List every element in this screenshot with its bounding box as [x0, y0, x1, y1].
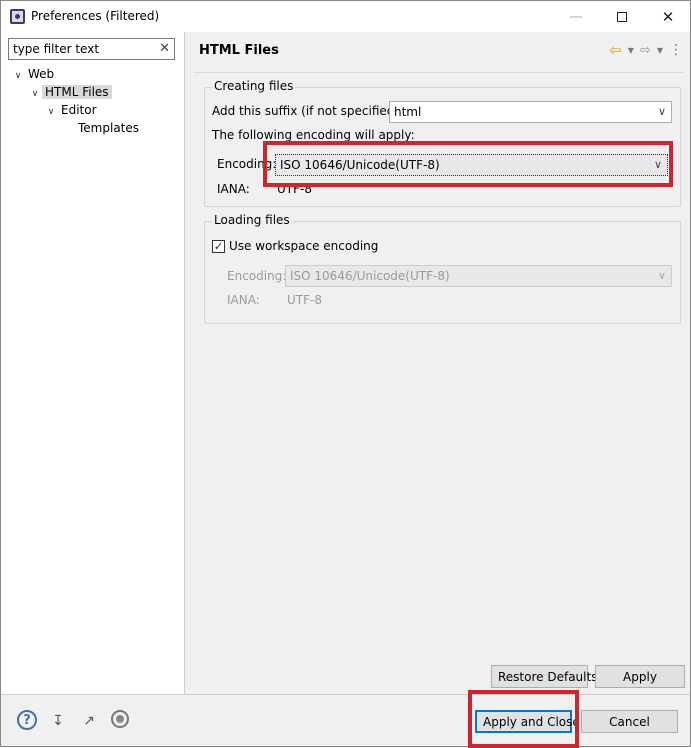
- app-icon: [10, 9, 25, 24]
- help-icon[interactable]: ?: [17, 710, 37, 730]
- page-title: HTML Files: [199, 43, 279, 58]
- filter-input[interactable]: [9, 39, 149, 59]
- tree-item-templates[interactable]: Templates: [75, 119, 142, 137]
- workspace-encoding-checkbox[interactable]: ✓: [212, 240, 225, 253]
- suffix-value: html: [394, 105, 422, 119]
- back-menu-icon[interactable]: ▼: [628, 46, 634, 55]
- creating-iana-label: IANA:: [217, 182, 250, 196]
- maximize-button[interactable]: [599, 1, 645, 32]
- suffix-select[interactable]: html ∨: [389, 101, 672, 123]
- suffix-label: Add this suffix (if not specified):: [212, 104, 404, 118]
- chevron-down-icon: ∨: [657, 269, 666, 282]
- loading-iana-value: UTF-8: [287, 293, 322, 307]
- filter-field[interactable]: ✕: [8, 38, 175, 60]
- preferences-tree-pane: ✕ ∨Web ∨HTML Files ∨Editor Templates: [1, 32, 185, 694]
- close-button[interactable]: ✕: [645, 1, 691, 32]
- stop-icon[interactable]: [111, 710, 129, 728]
- apply-close-highlight-box: [468, 690, 579, 748]
- forward-menu-icon[interactable]: ▼: [657, 46, 663, 55]
- encoding-note: The following encoding will apply:: [212, 128, 415, 142]
- chevron-down-icon[interactable]: ∨: [11, 67, 25, 85]
- back-arrow-icon[interactable]: ⇦: [609, 41, 622, 59]
- export-icon[interactable]: ↗: [78, 710, 100, 732]
- chevron-down-icon: ∨: [657, 105, 666, 118]
- forward-arrow-icon[interactable]: ⇨: [640, 43, 651, 58]
- tree-item-web[interactable]: ∨ Web: [11, 65, 57, 83]
- maximize-icon: [617, 11, 627, 22]
- chevron-down-icon[interactable]: ∨: [28, 85, 42, 103]
- cancel-button[interactable]: Cancel: [581, 710, 678, 733]
- workspace-encoding-label: Use workspace encoding: [229, 239, 379, 253]
- window-title: Preferences (Filtered): [31, 9, 160, 23]
- title-bar: Preferences (Filtered) — ✕: [1, 1, 690, 32]
- loading-encoding-select[interactable]: ISO 10646/Unicode(UTF-8) ∨: [285, 265, 672, 287]
- creating-files-title: Creating files: [212, 79, 296, 93]
- import-icon[interactable]: ↧: [47, 710, 69, 732]
- encoding-highlight-box: [263, 141, 673, 187]
- restore-defaults-button[interactable]: Restore Defaults: [491, 665, 597, 688]
- loading-iana-label: IANA:: [227, 293, 260, 307]
- view-menu-icon[interactable]: ⋮: [669, 42, 683, 58]
- loading-files-group: Loading files ✓ Use workspace encoding E…: [204, 213, 681, 324]
- apply-button[interactable]: Apply: [595, 665, 685, 688]
- clear-filter-icon[interactable]: ✕: [159, 41, 170, 56]
- preference-page: HTML Files ⇦ ▼ ⇨ ▼ ⋮ Creating files Add …: [186, 32, 690, 694]
- minimize-button[interactable]: —: [553, 1, 599, 32]
- loading-encoding-value: ISO 10646/Unicode(UTF-8): [290, 269, 450, 283]
- loading-files-title: Loading files: [212, 213, 292, 227]
- loading-encoding-label: Encoding:: [227, 269, 287, 283]
- dialog-button-bar: ? ↧ ↗ Apply and Close Cancel: [1, 694, 690, 746]
- tree-item-html-files[interactable]: ∨ HTML Files: [28, 83, 112, 101]
- preferences-window: Preferences (Filtered) — ✕ ✕ ∨Web ∨HTML …: [0, 0, 691, 748]
- chevron-down-icon[interactable]: ∨: [44, 103, 58, 121]
- page-navigation: ⇦ ▼ ⇨ ▼ ⋮: [609, 41, 683, 59]
- tree-item-editor[interactable]: ∨ Editor: [44, 101, 100, 119]
- title-separator: [194, 72, 684, 73]
